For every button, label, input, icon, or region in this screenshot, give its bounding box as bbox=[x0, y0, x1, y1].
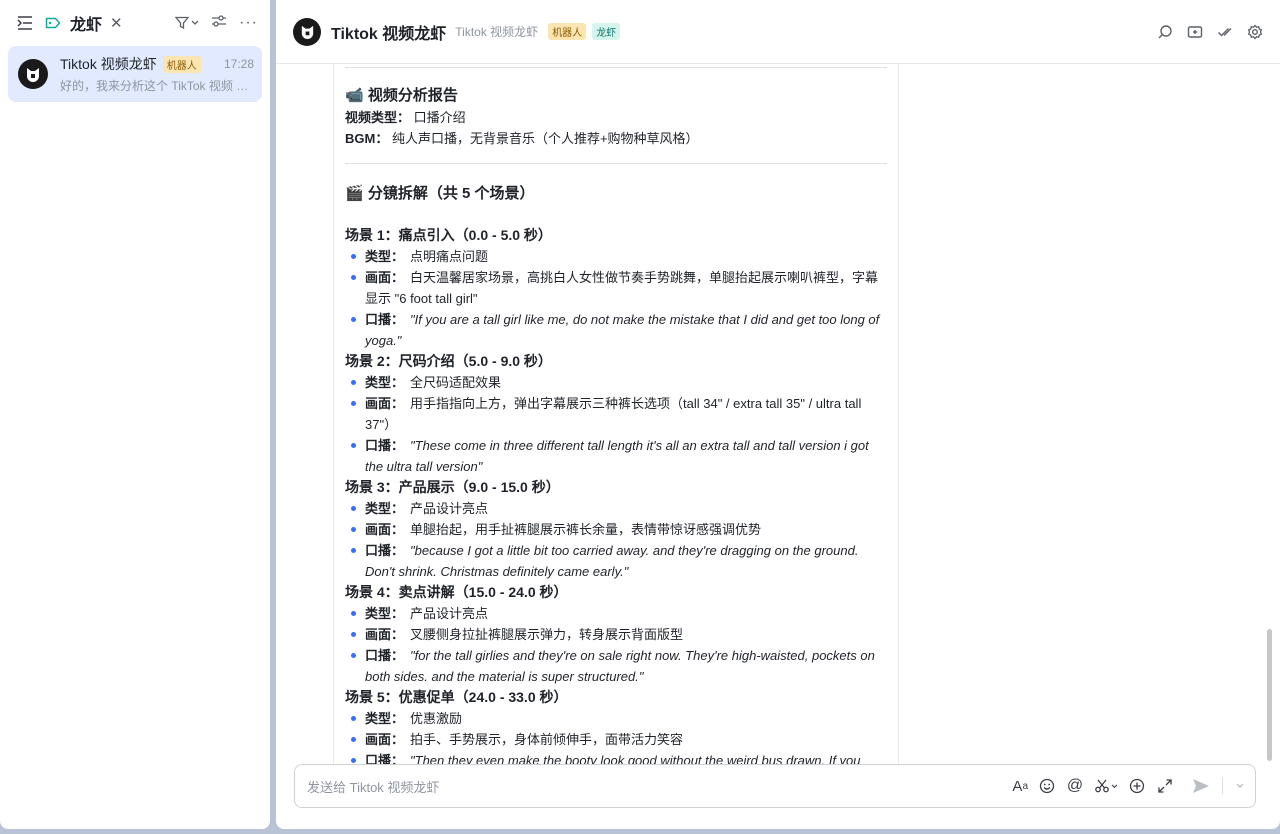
chat-title[interactable]: Tiktok 视频龙虾 bbox=[331, 20, 446, 44]
sidebar-header: 龙虾 ✕ ··· bbox=[0, 0, 270, 46]
adjust-icon[interactable] bbox=[211, 14, 227, 33]
more-icon[interactable]: ··· bbox=[239, 14, 258, 32]
list-item: 画面： 叉腰侧身拉扯裤腿展示弹力，转身展示背面版型 bbox=[345, 624, 887, 645]
scrollbar[interactable] bbox=[1267, 629, 1272, 761]
scenes-heading: 🎬 分镜拆解（共 5 个场景） bbox=[345, 185, 535, 202]
scene-details: 类型： 产品设计亮点 画面： 单腿抬起，用手扯裤腿展示裤长余量，表情带惊讶感强调优势… bbox=[345, 498, 887, 582]
message-composer[interactable]: 发送给 Tiktok 视频龙虾 Aa @ bbox=[294, 764, 1256, 808]
header-actions bbox=[1156, 23, 1264, 41]
message-card: 📹 视频分析报告 视频类型： 口播介绍 BGM： 纯人声口播，无背景音乐（个人推… bbox=[333, 64, 899, 764]
chevron-down-icon bbox=[191, 20, 199, 25]
sidebar-actions: ··· bbox=[175, 14, 258, 33]
collapse-sidebar-icon[interactable] bbox=[14, 12, 36, 34]
report-heading: 📹 视频分析报告 bbox=[345, 87, 458, 104]
scene-title: 场景 4：卖点讲解（15.0 - 24.0 秒） bbox=[345, 584, 568, 600]
chat-subtitle: Tiktok 视频龙虾 bbox=[455, 25, 539, 39]
chevron-down-icon[interactable] bbox=[1235, 777, 1245, 795]
scene-details: 类型： 优惠激励 画面： 拍手、手势展示，身体前倾伸手，面带活力笑容 口播： "The… bbox=[345, 708, 887, 764]
composer-tools: Aa @ bbox=[1012, 777, 1245, 795]
video-type-value: 口播介绍 bbox=[413, 110, 466, 125]
scissors-icon[interactable] bbox=[1094, 777, 1118, 795]
list-item: 口播： "If you are a tall girl like me, do n… bbox=[345, 309, 887, 351]
tag-icon bbox=[42, 12, 64, 34]
message-list[interactable]: 📹 视频分析报告 视频类型： 口播介绍 BGM： 纯人声口播，无背景音乐（个人推… bbox=[276, 64, 1280, 764]
settings-icon[interactable] bbox=[1246, 23, 1264, 41]
scene-title: 场景 1：痛点引入（0.0 - 5.0 秒） bbox=[345, 227, 552, 243]
video-type-label: 视频类型： bbox=[345, 110, 411, 125]
list-item: 画面： 用手指指向上方，弹出字幕展示三种裤长选项（tall 34" / extra… bbox=[345, 393, 887, 435]
scene-details: 类型： 产品设计亮点 画面： 叉腰侧身拉扯裤腿展示弹力，转身展示背面版型 口播： "f… bbox=[345, 603, 887, 687]
chat-header: Tiktok 视频龙虾 Tiktok 视频龙虾 机器人 龙虾 bbox=[276, 0, 1280, 64]
conversation-body: Tiktok 视频龙虾 机器人 17:28 好的，我来分析这个 TikTok 视… bbox=[60, 54, 254, 94]
list-item: 画面： 白天温馨居家场景，高挑白人女性做节奏手势跳舞，单腿抬起展示喇叭裤型，字幕显… bbox=[345, 267, 887, 309]
mention-icon[interactable]: @ bbox=[1066, 777, 1084, 795]
search-chat-icon[interactable] bbox=[1156, 23, 1174, 41]
scene-title: 场景 5：优惠促单（24.0 - 33.0 秒） bbox=[345, 689, 568, 705]
chat-avatar[interactable] bbox=[293, 17, 321, 46]
list-item: 口播： "These come in three different tall l… bbox=[345, 435, 887, 477]
conversation-preview: 好的，我来分析这个 TikTok 视频 🎬 ... bbox=[60, 79, 254, 93]
done-all-icon[interactable] bbox=[1216, 23, 1234, 41]
list-item: 类型： 产品设计亮点 bbox=[345, 498, 887, 519]
list-item: 类型： 点明痛点问题 bbox=[345, 246, 887, 267]
expand-icon[interactable] bbox=[1156, 777, 1174, 795]
composer-placeholder[interactable]: 发送给 Tiktok 视频龙虾 bbox=[307, 777, 439, 796]
conversation-name: Tiktok 视频龙虾 bbox=[60, 56, 157, 72]
list-item: 类型： 优惠激励 bbox=[345, 708, 887, 729]
bgm-line: BGM： 纯人声口播，无背景音乐（个人推荐+购物种草风格） bbox=[345, 128, 887, 149]
add-chat-icon[interactable] bbox=[1186, 23, 1204, 41]
conversation-sidebar: 龙虾 ✕ ··· Tiktok 视频龙虾 机器人 17:28 好的，我来分析这个… bbox=[0, 0, 270, 829]
close-icon[interactable]: ✕ bbox=[110, 14, 123, 32]
lobster-badge: 龙虾 bbox=[592, 23, 621, 40]
conversation-time: 17:28 bbox=[223, 57, 254, 71]
emoji-icon[interactable] bbox=[1038, 777, 1056, 795]
list-item: 画面： 拍手、手势展示，身体前倾伸手，面带活力笑容 bbox=[345, 729, 887, 750]
list-item: 类型： 全尺码适配效果 bbox=[345, 372, 887, 393]
filter-icon[interactable] bbox=[175, 16, 199, 30]
list-item: 类型： 产品设计亮点 bbox=[345, 603, 887, 624]
scene-title: 场景 2：尺码介绍（5.0 - 9.0 秒） bbox=[345, 353, 552, 369]
list-item: 口播： "Then they even make the booty look g… bbox=[345, 750, 887, 764]
conversation-item[interactable]: Tiktok 视频龙虾 机器人 17:28 好的，我来分析这个 TikTok 视… bbox=[8, 46, 262, 102]
bgm-label: BGM： bbox=[345, 131, 389, 146]
scene-title: 场景 3：产品展示（9.0 - 15.0 秒） bbox=[345, 479, 560, 495]
avatar bbox=[18, 59, 48, 89]
list-item: 口播： "because I got a little bit too carri… bbox=[345, 540, 887, 582]
bot-badge: 机器人 bbox=[548, 23, 587, 40]
video-type-line: 视频类型： 口播介绍 bbox=[345, 107, 887, 128]
add-icon[interactable] bbox=[1128, 777, 1146, 795]
send-divider bbox=[1222, 778, 1223, 794]
scene-details: 类型： 点明痛点问题 画面： 白天温馨居家场景，高挑白人女性做节奏手势跳舞，单腿抬起… bbox=[345, 246, 887, 351]
sidebar-title: 龙虾 bbox=[70, 17, 103, 34]
bot-badge: 机器人 bbox=[162, 55, 201, 73]
chat-panel: Tiktok 视频龙虾 Tiktok 视频龙虾 机器人 龙虾 📹 视频分析报告 bbox=[276, 0, 1280, 829]
send-icon[interactable] bbox=[1192, 777, 1210, 795]
bgm-value: 纯人声口播，无背景音乐（个人推荐+购物种草风格） bbox=[391, 131, 699, 146]
list-item: 口播： "for the tall girlies and they're on … bbox=[345, 645, 887, 687]
text-format-icon[interactable]: Aa bbox=[1012, 777, 1028, 795]
list-item: 画面： 单腿抬起，用手扯裤腿展示裤长余量，表情带惊讶感强调优势 bbox=[345, 519, 887, 540]
scene-details: 类型： 全尺码适配效果 画面： 用手指指向上方，弹出字幕展示三种裤长选项（tall … bbox=[345, 372, 887, 477]
